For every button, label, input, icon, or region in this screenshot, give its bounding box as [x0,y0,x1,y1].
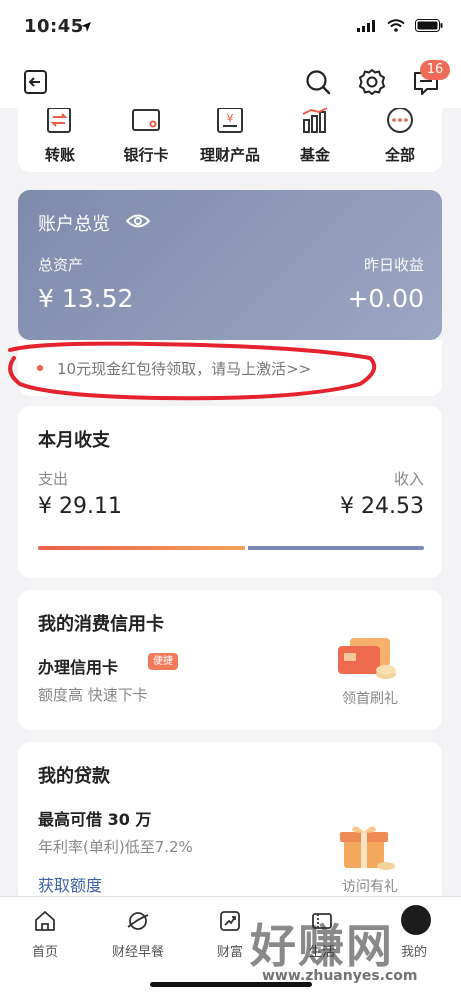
expense-value: ¥ 29.11 [38,494,122,519]
status-indicators [357,19,443,32]
account-overview-card[interactable]: 账户总览 总资产 ¥ 13.52 昨日收益 +0.00 [18,190,442,340]
tab-label-wealth: 财富 [216,945,243,960]
tab-label-mine: 我的 [400,945,427,960]
income-label: 收入 [393,470,424,488]
tab-home[interactable]: 首页 [2,909,88,969]
visit-gift[interactable]: 访问有礼 [322,876,418,896]
total-assets-label: 总资产 [38,256,84,274]
monthly-title: 本月收支 [38,430,110,451]
search-icon[interactable] [304,68,332,96]
first-swipe-gift[interactable]: 领首刷礼 [322,688,418,708]
quick-item-wealth[interactable]: ¥ 理财产品 [190,108,270,172]
total-assets-value: ¥ 13.52 [38,284,134,313]
quick-item-transfer[interactable]: 转账 [20,108,100,172]
tab-wealth[interactable]: 财富 [187,909,273,969]
ticket-icon [312,913,332,929]
more-dots-icon [387,108,413,133]
fund-chart-icon [302,108,328,133]
transfer-icon [47,108,71,133]
credit-title: 我的消费信用卡 [38,614,164,635]
credit-card-section[interactable]: 我的消费信用卡 办理信用卡 便捷 额度高 快速下卡 领首刷礼 [18,590,442,730]
status-bar: 10:45 [0,0,461,56]
convenient-tag: 便捷 [148,653,178,670]
loan-title: 我的贷款 [38,766,110,787]
quick-label-fund: 基金 [299,146,330,164]
planet-icon [127,912,149,930]
loan-max: 最高可借 30 万 [38,810,152,829]
location-arrow-icon [81,22,91,32]
monthly-summary-card[interactable]: 本月收支 支出 收入 ¥ 29.11 ¥ 24.53 [18,406,442,578]
back-exit-icon[interactable] [22,68,50,96]
loan-section[interactable]: 我的贷款 最高可借 30 万 年利率(单利)低至7.2% 获取额度 访问有礼 [18,742,442,904]
tab-life[interactable]: 生活 [279,909,365,969]
quick-item-fund[interactable]: 基金 [275,108,355,172]
credit-card-illustration [338,638,396,679]
yesterday-earnings-value: +0.00 [347,284,424,313]
promo-banner[interactable]: 10元现金红包待领取，请马上激活>> [18,340,442,396]
loan-rate: 年利率(单利)低至7.2% [38,838,193,856]
message-badge: 16 [420,60,450,80]
quick-label-bank-card: 银行卡 [123,146,169,164]
top-nav: 16 [0,56,461,108]
home-indicator [150,982,312,987]
yesterday-earnings-label: 昨日收益 [363,256,424,274]
wealth-product-icon: ¥ [217,108,243,133]
apply-credit-card[interactable]: 办理信用卡 [38,654,118,678]
trend-chart-icon [220,911,240,931]
settings-gear-icon[interactable] [357,67,387,97]
income-value: ¥ 24.53 [340,494,424,519]
tab-label-home: 首页 [31,945,58,960]
quick-actions: 转账 银行卡 ¥ 理财产品 基金 全部 [18,108,442,172]
quick-item-bank-card[interactable]: 银行卡 [106,108,186,172]
bank-card-icon [132,109,160,131]
eye-icon[interactable] [126,212,150,230]
quick-label-transfer: 转账 [44,146,75,164]
tab-mine[interactable]: 我的 [371,905,457,969]
svg-text:¥: ¥ [227,112,234,125]
quick-item-all[interactable]: 全部 [360,108,440,172]
battery-icon [415,19,443,32]
credit-desc: 额度高 快速下卡 [38,686,148,704]
tab-label-finance-breakfast: 财经早餐 [111,945,164,960]
promo-dot [37,365,43,371]
quick-label-all: 全部 [384,146,415,164]
wifi-icon [387,19,405,32]
avatar [401,905,431,935]
promo-text: 10元现金红包待领取，请马上激活>> [57,360,312,378]
tab-label-life: 生活 [308,945,335,960]
expense-income-bar [38,546,424,550]
status-time: 10:45 [24,16,84,37]
expense-bar [38,546,245,550]
expense-label: 支出 [38,470,69,488]
income-bar [248,546,424,550]
signal-icon [357,19,375,32]
home-icon [35,911,55,931]
tab-finance-breakfast[interactable]: 财经早餐 [95,909,181,969]
quick-label-wealth: 理财产品 [199,146,260,164]
account-title: 账户总览 [38,214,110,235]
gift-box-illustration [340,826,395,870]
get-quota-link[interactable]: 获取额度 [38,872,102,896]
